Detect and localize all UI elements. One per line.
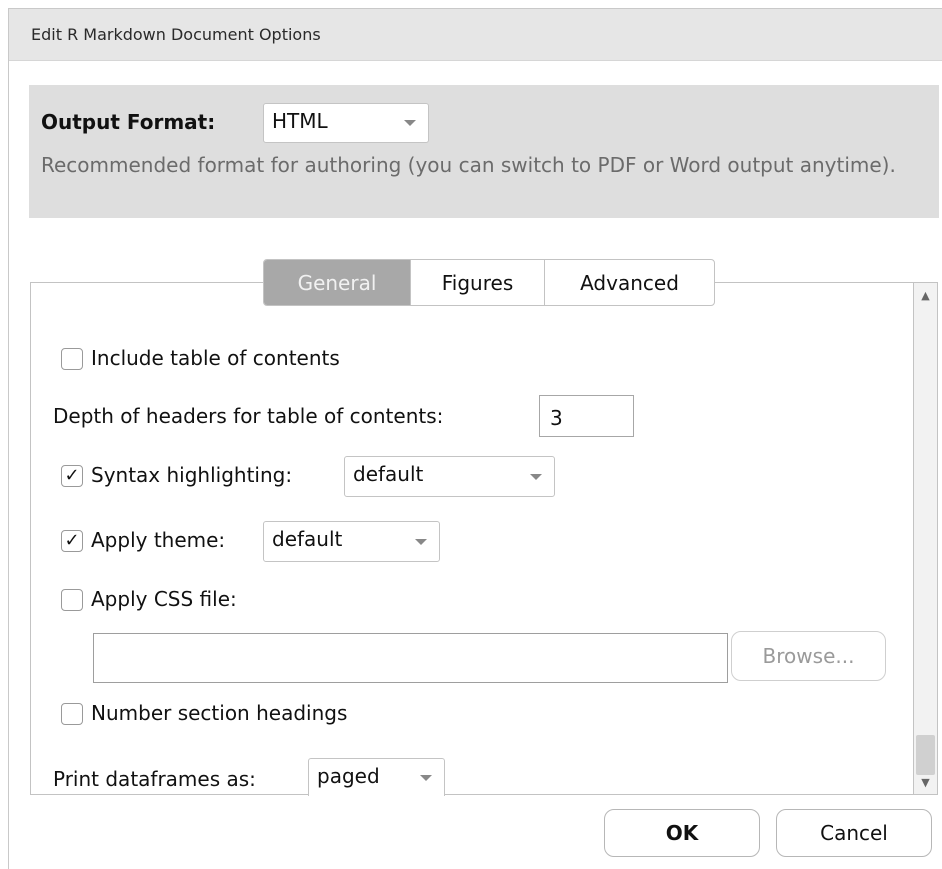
- check-icon: ✓: [64, 465, 80, 486]
- tab-bar: General Figures Advanced: [263, 259, 715, 306]
- syntax-highlighting-label: Syntax highlighting:: [91, 463, 293, 487]
- output-format-select[interactable]: HTML: [263, 103, 429, 143]
- dialog-title: Edit R Markdown Document Options: [31, 25, 321, 44]
- ok-button[interactable]: OK: [604, 809, 760, 857]
- chevron-down-icon: [415, 522, 427, 561]
- chevron-down-icon: [404, 104, 416, 142]
- output-format-label: Output Format:: [41, 110, 216, 134]
- scroll-up-icon[interactable]: ▲: [914, 285, 937, 305]
- vertical-scrollbar[interactable]: ▲ ▼: [913, 282, 938, 795]
- theme-select[interactable]: default: [263, 521, 440, 562]
- df-print-select[interactable]: paged: [308, 758, 445, 796]
- check-icon: ✓: [64, 530, 80, 551]
- rmarkdown-options-dialog: Edit R Markdown Document Options Output …: [8, 8, 942, 869]
- apply-css-label: Apply CSS file:: [91, 587, 237, 611]
- output-format-panel: Output Format: HTML Recommended format f…: [29, 85, 939, 218]
- syntax-highlighting-select[interactable]: default: [344, 456, 555, 497]
- apply-theme-checkbox[interactable]: ✓: [61, 530, 83, 552]
- df-print-label: Print dataframes as:: [53, 767, 256, 791]
- toc-depth-value: 3: [550, 406, 563, 430]
- browse-button[interactable]: Browse...: [731, 631, 886, 681]
- syntax-highlighting-value: default: [353, 462, 424, 486]
- toc-depth-label: Depth of headers for table of contents:: [53, 404, 444, 428]
- syntax-highlighting-checkbox[interactable]: ✓: [61, 465, 83, 487]
- output-format-value: HTML: [272, 109, 328, 133]
- dialog-titlebar[interactable]: Edit R Markdown Document Options: [9, 9, 942, 61]
- toc-label: Include table of contents: [91, 346, 340, 370]
- scrollbar-thumb[interactable]: [916, 735, 935, 775]
- toc-checkbox[interactable]: [61, 348, 83, 370]
- number-sections-label: Number section headings: [91, 701, 348, 725]
- number-sections-checkbox[interactable]: [61, 703, 83, 725]
- tab-general[interactable]: General: [264, 260, 410, 305]
- toc-depth-input[interactable]: 3: [539, 395, 634, 437]
- tab-panel: Include table of contents Depth of heade…: [30, 282, 913, 796]
- tab-figures[interactable]: Figures: [410, 260, 544, 305]
- scroll-down-icon[interactable]: ▼: [914, 772, 937, 792]
- df-print-value: paged: [317, 764, 380, 788]
- apply-css-checkbox[interactable]: [61, 589, 83, 611]
- theme-value: default: [272, 527, 343, 551]
- output-format-help: Recommended format for authoring (you ca…: [41, 153, 896, 177]
- css-file-input[interactable]: [93, 633, 728, 683]
- apply-theme-label: Apply theme:: [91, 528, 226, 552]
- tab-advanced[interactable]: Advanced: [544, 260, 714, 305]
- chevron-down-icon: [530, 457, 542, 496]
- chevron-down-icon: [420, 759, 432, 796]
- cancel-button[interactable]: Cancel: [776, 809, 932, 857]
